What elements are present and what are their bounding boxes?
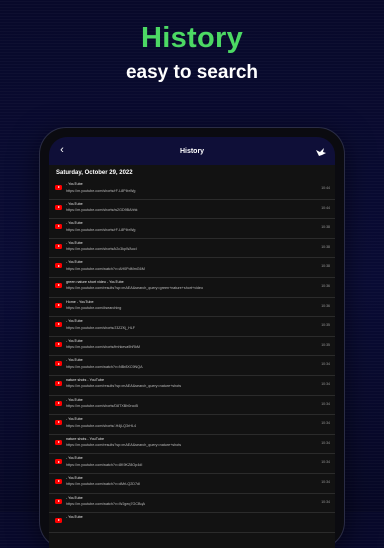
bird-icon[interactable] — [315, 145, 327, 157]
history-row[interactable]: - YouTube https://m.youtube.com/shorts/rF… — [49, 219, 335, 239]
history-item-title: - YouTube — [66, 182, 83, 186]
history-item-url: https://m.youtube.com/watch?v=AH0PdMmG6M — [66, 266, 145, 271]
history-item-url: https://m.youtube.com/#searching — [66, 306, 122, 311]
history-row[interactable]: - YouTube https://m.youtube.com/shorts/-H… — [49, 415, 335, 435]
history-item-url: https://m.youtube.com/shorts/rF-L8PIbrWg — [66, 227, 136, 232]
history-item-time: 10:34 — [321, 479, 330, 484]
history-row[interactable]: - YouTube https://m.youtube.com/watch?v=8… — [49, 454, 335, 474]
history-item-time: 10:38 — [321, 225, 330, 230]
history-item-title: - YouTube — [66, 338, 83, 343]
app-bar: ‹ History — [49, 137, 335, 165]
history-row[interactable]: green nature short video - YouTube https:… — [49, 278, 335, 298]
history-row[interactable]: - YouTube — [49, 513, 335, 533]
youtube-icon — [55, 204, 62, 210]
history-item-url: https://m.youtube.com/results?sp=mAEA&se… — [66, 443, 182, 448]
youtube-icon — [55, 439, 62, 445]
history-row[interactable]: - YouTube https://m.youtube.com/shorts/k2… — [49, 239, 335, 259]
history-item-time: 10:38 — [321, 244, 330, 249]
history-item-title: - YouTube — [66, 358, 83, 363]
history-item-time: 10:34 — [321, 401, 330, 406]
history-item-time: 10:36 — [321, 283, 330, 288]
history-item-title: - YouTube — [66, 260, 83, 265]
history-item-url: https://m.youtube.com/watch?v=dMrLQ2D7dI — [66, 482, 141, 487]
hero-title: History — [140, 22, 243, 54]
history-row[interactable]: - YouTube https://m.youtube.com/shorts/rF… — [49, 180, 335, 200]
history-item-url: https://m.youtube.com/shorts/k2c3kpWAocI — [66, 247, 137, 252]
youtube-icon — [55, 263, 62, 269]
tablet-frame: ‹ History Saturday, October 29, 2022 - Y… — [40, 128, 344, 548]
history-item-title: - YouTube — [66, 495, 83, 500]
youtube-icon — [55, 478, 62, 484]
hero-subtitle: easy to search — [125, 62, 259, 83]
history-item-time: 10:44 — [321, 186, 330, 190]
youtube-icon — [55, 380, 62, 386]
history-item-url: https://m.youtube.com/shorts/w2GD9BAhhk — [66, 208, 138, 213]
history-item-url: https://m.youtube.com/shorts/-H4jLQ3rHL4 — [66, 423, 137, 428]
history-item-url: https://m.youtube.com/shorts/J3ZZKj_HLF — [66, 325, 136, 330]
history-item-url: https://m.youtube.com/shorts/rF-L8PIbrWg — [66, 188, 136, 193]
history-item-url: https://m.youtube.com/results?sp=mAEA&se… — [66, 286, 204, 291]
history-row[interactable]: - YouTube https://m.youtube.com/shorts/D8… — [49, 396, 335, 416]
history-item-time: 10:38 — [321, 264, 330, 269]
history-item-time: 10:44 — [321, 205, 330, 210]
date-header: Saturday, October 29, 2022 — [56, 170, 133, 176]
youtube-icon — [55, 400, 62, 406]
history-item-time: 10:34 — [321, 362, 330, 367]
history-row[interactable]: - YouTube https://m.youtube.com/watch?v=A… — [49, 258, 335, 278]
history-item-title: - YouTube — [66, 397, 83, 402]
youtube-icon — [55, 185, 62, 190]
youtube-icon — [55, 243, 62, 249]
youtube-icon — [55, 420, 62, 426]
history-item-title: - YouTube — [66, 417, 83, 422]
history-item-url: https://m.youtube.com/shorts/fmhkeva9hRk… — [66, 345, 140, 350]
history-row[interactable]: - YouTube https://m.youtube.com/watch?v=d… — [49, 474, 335, 494]
history-item-title: - YouTube — [66, 240, 83, 245]
youtube-icon — [55, 322, 62, 328]
app-screen: ‹ History Saturday, October 29, 2022 - Y… — [49, 137, 335, 548]
history-item-title: - YouTube — [66, 319, 83, 324]
back-arrow-icon[interactable]: ‹ — [55, 143, 69, 157]
history-item-time: 10:35 — [321, 323, 330, 328]
youtube-icon — [55, 341, 62, 347]
history-row[interactable]: - YouTube https://m.youtube.com/shorts/J3… — [49, 317, 335, 337]
history-row[interactable]: nature shots - YouTube https://m.youtube.… — [49, 376, 335, 396]
youtube-icon — [55, 498, 62, 504]
youtube-icon — [55, 518, 62, 524]
history-item-url: https://m.youtube.com/watch?v=8K9KZ8Op4d… — [66, 462, 143, 467]
history-item-title: - YouTube — [66, 515, 83, 520]
history-row[interactable]: - YouTube https://m.youtube.com/shorts/w2… — [49, 200, 335, 220]
youtube-icon — [55, 302, 62, 308]
history-item-time: 10:34 — [321, 381, 330, 386]
history-item-time: 10:36 — [321, 303, 330, 308]
history-row[interactable]: - YouTube https://m.youtube.com/watch?v=W… — [49, 494, 335, 514]
history-item-url: https://m.youtube.com/results?sp=mAEA&se… — [66, 384, 182, 389]
history-item-time: 10:34 — [321, 499, 330, 504]
history-item-title: - YouTube — [66, 456, 83, 461]
youtube-icon — [55, 282, 62, 288]
history-item-url: https://m.youtube.com/watch?v=NBr8XC9NQA — [66, 364, 143, 369]
history-item-title: - YouTube — [66, 475, 83, 480]
history-item-url: https://m.youtube.com/watch?v=WJgeq7GCBq… — [66, 502, 146, 506]
history-item-title: nature shots - YouTube — [66, 377, 104, 382]
history-item-time: 10:34 — [321, 440, 330, 445]
page-title: History — [179, 147, 205, 155]
history-item-title: - YouTube — [66, 221, 83, 226]
history-row[interactable]: - YouTube https://m.youtube.com/shorts/fm… — [49, 337, 335, 357]
history-item-url: https://m.youtube.com/shorts/D8TXBh0rcoB — [66, 404, 138, 409]
youtube-icon — [55, 224, 62, 230]
history-list: - YouTube https://m.youtube.com/shorts/rF… — [49, 180, 335, 533]
history-item-title: Home - YouTube — [66, 299, 94, 304]
history-item-time: 10:34 — [321, 421, 330, 426]
history-row[interactable]: nature shots - YouTube https://m.youtube.… — [49, 435, 335, 455]
history-item-title: green nature short video - YouTube — [66, 279, 124, 284]
history-row[interactable]: Home - YouTube https://m.youtube.com/#sea… — [49, 298, 335, 318]
youtube-icon — [55, 361, 62, 367]
youtube-icon — [55, 459, 62, 465]
history-item-time: 10:34 — [321, 460, 330, 465]
history-item-title: - YouTube — [66, 201, 83, 206]
history-row[interactable]: - YouTube https://m.youtube.com/watch?v=N… — [49, 356, 335, 376]
history-item-time: 10:35 — [321, 342, 330, 347]
history-item-title: nature shots - YouTube — [66, 436, 104, 441]
